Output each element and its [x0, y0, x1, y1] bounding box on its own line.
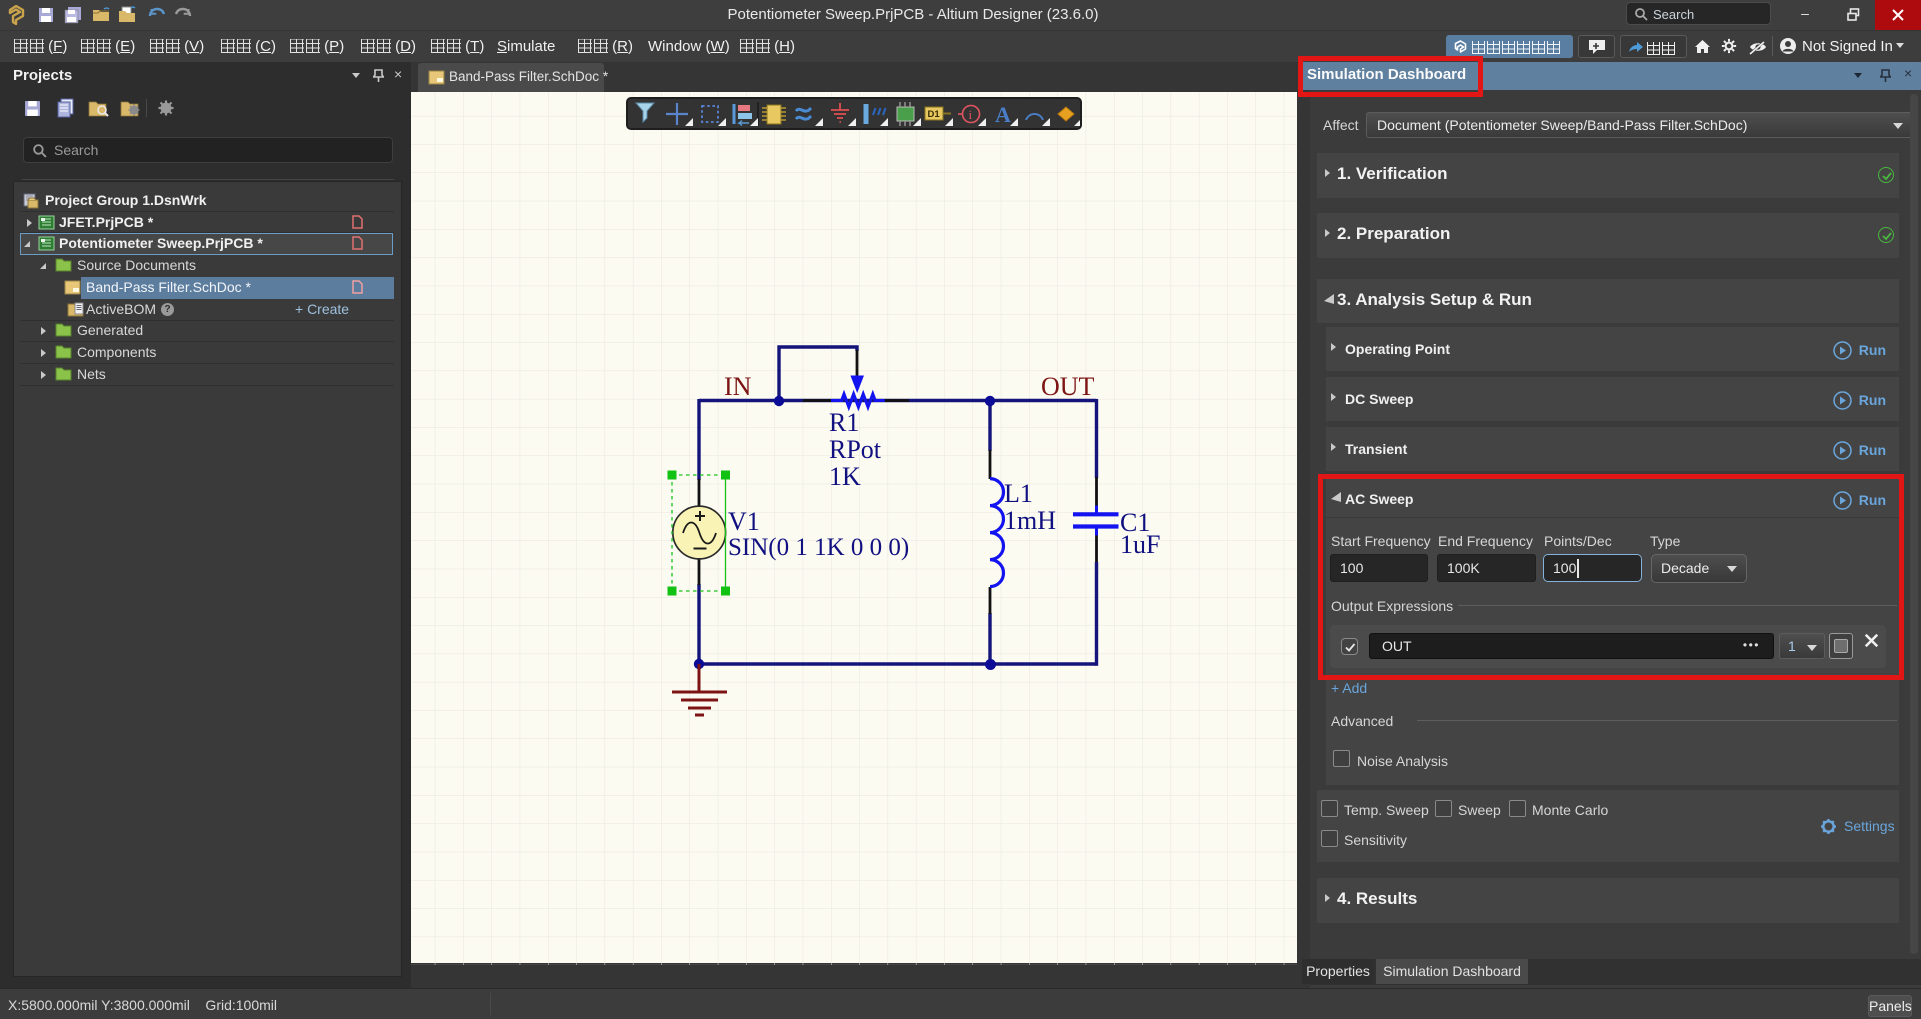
svg-text:D1: D1 — [928, 109, 941, 120]
svg-text:1K: 1K — [829, 462, 861, 491]
svg-text:i: i — [969, 107, 973, 122]
svg-text:A: A — [995, 102, 1011, 127]
svg-text:1mH: 1mH — [1004, 506, 1056, 535]
svg-text:IN: IN — [724, 372, 752, 401]
svg-text:SIN(0 1 1K 0 0 0): SIN(0 1 1K 0 0 0) — [728, 534, 909, 561]
svg-text:V1: V1 — [728, 507, 760, 536]
svg-text:L1: L1 — [1004, 479, 1033, 508]
svg-text:1uF: 1uF — [1120, 530, 1160, 559]
svg-text:R1: R1 — [829, 408, 859, 437]
svg-text:OUT: OUT — [1041, 372, 1095, 401]
svg-text:RPot: RPot — [829, 435, 882, 464]
